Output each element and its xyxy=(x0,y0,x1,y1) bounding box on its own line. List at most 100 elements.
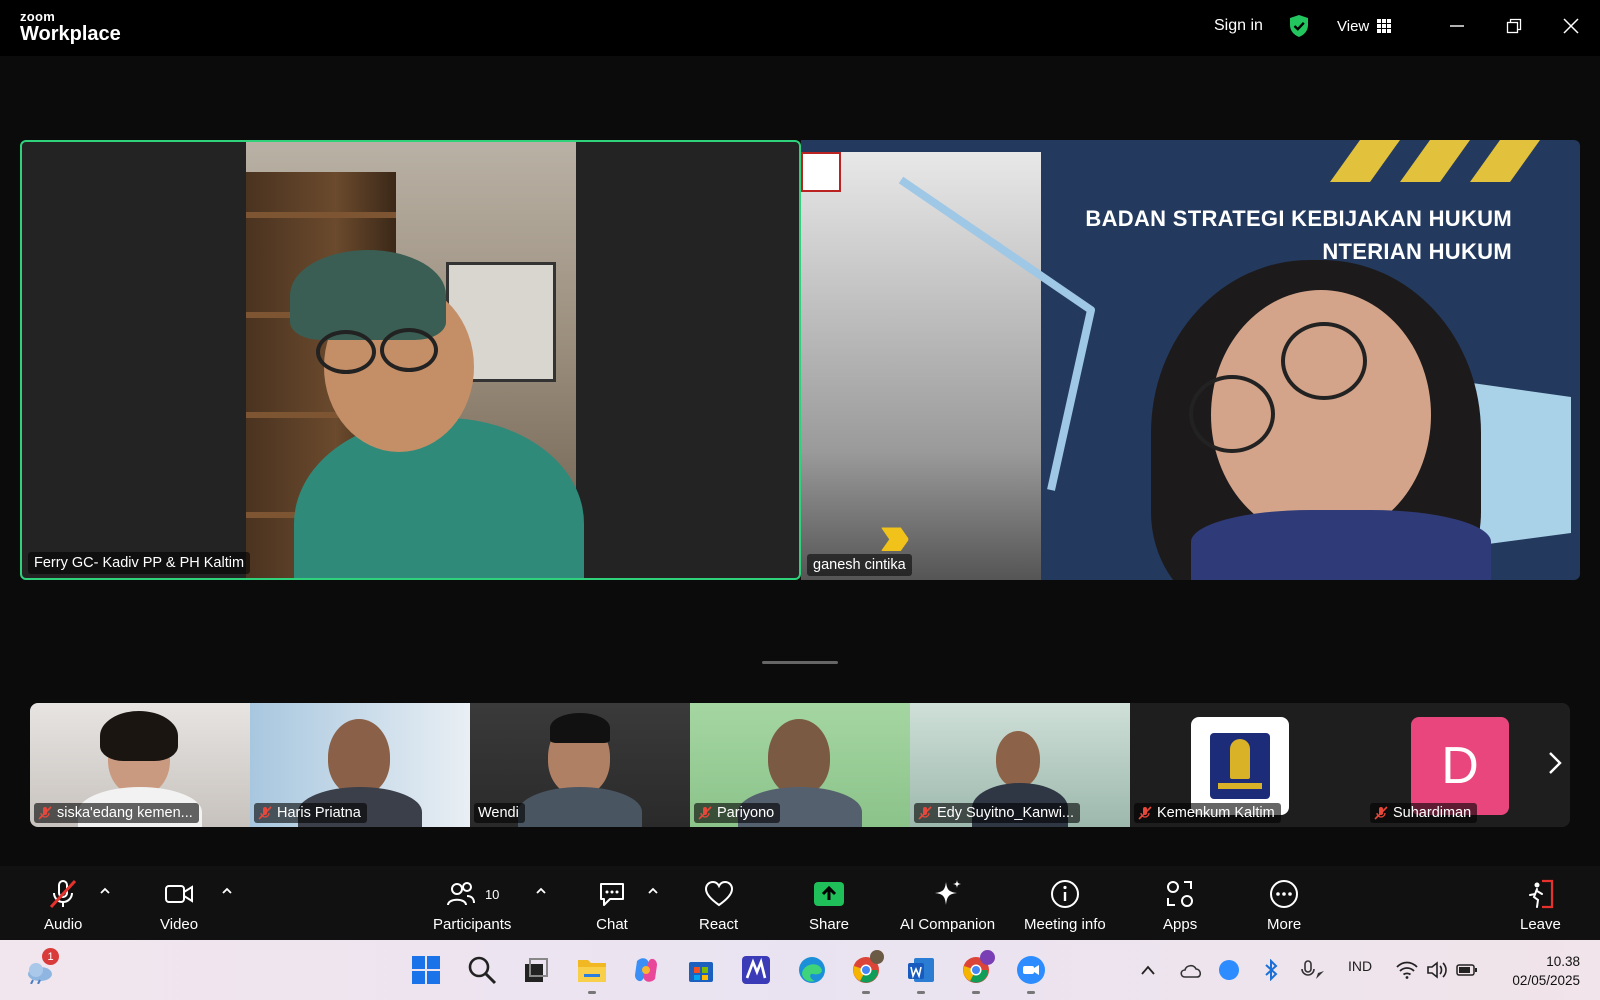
zoom-app-icon[interactable] xyxy=(1013,952,1049,994)
muted-mic-icon xyxy=(50,879,77,909)
sign-in-button[interactable]: Sign in xyxy=(1214,0,1263,52)
thumbnail-label: Haris Priatna xyxy=(254,803,367,823)
muted-mic-icon xyxy=(38,806,52,820)
share-button[interactable]: Share xyxy=(809,878,849,933)
thumbnail-label: Pariyono xyxy=(694,803,781,823)
video-tile-active-speaker[interactable]: Ferry GC- Kadiv PP & PH Kaltim xyxy=(20,140,801,580)
participants-count: 10 xyxy=(484,886,500,902)
kemenkum-logo xyxy=(1191,717,1289,815)
participants-button[interactable]: 10 Participants xyxy=(433,878,511,933)
task-view-icon[interactable] xyxy=(518,952,554,988)
input-language-indicator[interactable]: IND xyxy=(1348,958,1372,974)
share-screen-icon xyxy=(814,882,845,906)
word-icon[interactable] xyxy=(903,952,939,994)
bluetooth-icon[interactable] xyxy=(1256,952,1286,988)
chrome-profile-icon[interactable] xyxy=(958,950,995,994)
leave-door-icon xyxy=(1529,879,1554,909)
clock-date: 02/05/2025 xyxy=(1512,973,1580,988)
participant-thumbnail-strip: siska'edang kemen... Haris Priatna Wendi… xyxy=(30,703,1570,827)
participant-thumbnail[interactable]: Wendi xyxy=(470,703,690,827)
thumbnail-label: Edy Suyitno_Kanwi... xyxy=(914,803,1081,823)
chat-button[interactable]: Chat xyxy=(596,878,628,933)
edge-browser-icon[interactable] xyxy=(794,952,830,988)
show-hidden-icons-chevron-up-icon[interactable] xyxy=(1134,952,1162,988)
thumbnail-label: Suhardiman xyxy=(1370,803,1478,823)
audio-button[interactable]: Audio xyxy=(44,878,82,933)
muted-mic-icon xyxy=(1138,806,1152,820)
notification-badge: 1 xyxy=(42,948,59,965)
thumbnail-label: Wendi xyxy=(474,803,525,823)
participant-name-label: ganesh cintika xyxy=(807,554,912,576)
logo-large-text: Workplace xyxy=(20,23,121,45)
avatar: D xyxy=(1411,717,1509,815)
file-explorer-icon[interactable] xyxy=(574,952,610,994)
wifi-icon[interactable] xyxy=(1392,952,1422,988)
participant-thumbnail[interactable]: Pariyono xyxy=(690,703,910,827)
onedrive-cloud-icon[interactable] xyxy=(1176,952,1206,988)
more-button[interactable]: More xyxy=(1267,878,1301,933)
participant-thumbnail[interactable]: Edy Suyitno_Kanwi... xyxy=(910,703,1130,827)
view-label: View xyxy=(1337,17,1370,35)
participant-video xyxy=(246,142,584,578)
heart-icon xyxy=(704,880,733,907)
react-button[interactable]: React xyxy=(699,878,738,933)
chat-icon xyxy=(600,883,624,906)
battery-icon[interactable] xyxy=(1452,952,1482,988)
video-camera-icon xyxy=(165,885,194,903)
microphone-location-icon[interactable] xyxy=(1296,952,1330,988)
minimize-icon[interactable] xyxy=(1443,12,1471,40)
participant-thumbnail[interactable]: D Suhardiman xyxy=(1350,703,1570,827)
participants-icon xyxy=(446,882,475,906)
participant-thumbnail[interactable]: Kemenkum Kaltim xyxy=(1130,703,1350,827)
muted-mic-icon xyxy=(258,806,272,820)
thumbnail-label: siska'edang kemen... xyxy=(34,803,199,823)
title-bar: zoom Workplace Sign in View xyxy=(0,0,1600,56)
os-taskbar: 1 IND 10.38 02/05/2025 xyxy=(0,940,1600,1000)
info-icon xyxy=(1050,880,1079,908)
shield-check-icon[interactable] xyxy=(1288,0,1310,52)
windows-start-icon[interactable] xyxy=(408,952,444,988)
weather-widget-icon[interactable]: 1 xyxy=(22,948,59,988)
video-button[interactable]: Video xyxy=(160,878,198,933)
logo-small-text: zoom xyxy=(20,9,56,24)
apps-button[interactable]: Apps xyxy=(1163,878,1197,933)
muted-mic-icon xyxy=(1374,806,1388,820)
chevron-up-icon[interactable] xyxy=(646,884,660,898)
grid-icon xyxy=(1377,19,1392,33)
clock-time: 10.38 xyxy=(1546,954,1580,969)
zoom-tray-icon[interactable] xyxy=(1214,952,1244,988)
participant-name-label: Ferry GC- Kadiv PP & PH Kaltim xyxy=(28,552,251,574)
copilot-icon[interactable] xyxy=(628,952,664,988)
app-icon-m[interactable] xyxy=(738,952,774,988)
microsoft-store-icon[interactable] xyxy=(683,952,719,988)
more-dots-icon xyxy=(1270,880,1299,908)
chevron-up-icon[interactable] xyxy=(220,884,234,898)
sparkle-icon xyxy=(934,880,961,905)
ai-companion-button[interactable]: AI Companion xyxy=(900,878,995,933)
participant-thumbnail[interactable]: siska'edang kemen... xyxy=(30,703,250,827)
apps-icon xyxy=(1167,881,1194,907)
close-icon[interactable] xyxy=(1557,12,1585,40)
system-clock[interactable]: 10.38 02/05/2025 xyxy=(1512,952,1580,990)
participant-thumbnail[interactable]: Haris Priatna xyxy=(250,703,470,827)
meeting-toolbar: Audio Video 10 Participants Chat React S… xyxy=(0,866,1600,940)
chrome-profile-icon[interactable] xyxy=(848,950,884,994)
muted-mic-icon xyxy=(918,806,932,820)
volume-icon[interactable] xyxy=(1422,952,1452,988)
chevron-up-icon[interactable] xyxy=(98,884,112,898)
chevron-right-icon[interactable] xyxy=(1540,733,1570,793)
view-button[interactable]: View xyxy=(1337,0,1392,52)
video-tile-presenter[interactable]: ››› BADAN STRATEGI KEBIJAKAN HUKUM NTERI… xyxy=(801,140,1580,580)
leave-button[interactable]: Leave xyxy=(1520,878,1561,933)
thumbnail-label: Kemenkum Kaltim xyxy=(1134,803,1281,823)
muted-mic-icon xyxy=(698,806,712,820)
zoom-workplace-logo: zoom Workplace xyxy=(20,10,121,44)
meeting-info-button[interactable]: Meeting info xyxy=(1024,878,1106,933)
restore-icon[interactable] xyxy=(1500,12,1528,40)
search-icon[interactable] xyxy=(464,952,500,988)
resize-handle[interactable] xyxy=(762,661,838,664)
decorative-frame xyxy=(898,176,1095,491)
slide-title: BADAN STRATEGI KEBIJAKAN HUKUM NTERIAN H… xyxy=(1085,206,1512,264)
decorative-stripes xyxy=(1330,140,1540,182)
chevron-up-icon[interactable] xyxy=(534,884,548,898)
